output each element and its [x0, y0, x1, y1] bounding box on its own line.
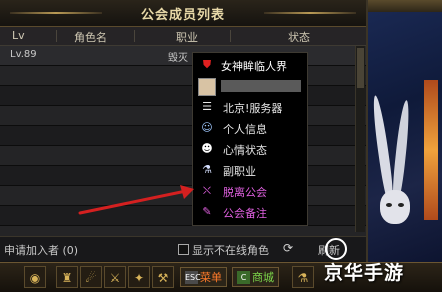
column-status[interactable]: 状态 — [288, 29, 310, 45]
member-context-menu: ⛊ 女神眸临人界 ☰ 北京!服务器 ☺ 个人信息 ☻ 心情状态 ⚗ 副职业 ⛌ 脱离公会 ✎ 公会备注 — [192, 52, 308, 226]
member-row[interactable] — [0, 126, 366, 146]
skill-slot-5[interactable]: ⚒ — [152, 266, 174, 288]
show-offline-checkbox[interactable] — [178, 244, 189, 255]
member-row[interactable] — [0, 86, 366, 106]
rabbit-eye — [398, 203, 404, 207]
column-name[interactable]: 角色名 — [74, 29, 107, 45]
context-menu-item-label: 心情状态 — [223, 144, 267, 157]
member-job: 毁灭 — [168, 53, 188, 64]
skill-slot-1[interactable]: ♜ — [56, 266, 78, 288]
shop-button-label: 商城 — [252, 271, 274, 284]
shop-button[interactable]: C 商城 — [232, 267, 279, 287]
watermark: 京华手游 — [324, 262, 405, 284]
refresh-icon[interactable]: ⟳ — [283, 241, 293, 255]
context-menu-item[interactable]: ☻ 心情状态 — [193, 139, 307, 159]
character-name-redacted — [221, 80, 301, 92]
guild-member-panel: 公会成员列表 Lv 角色名 职业 状态 Lv.89毁灭黄金之门 申请加入者 (0… — [0, 0, 368, 262]
skill-slot-4[interactable]: ✦ — [128, 266, 150, 288]
column-separator — [230, 30, 231, 42]
panel-title: 公会成员列表 — [140, 8, 225, 23]
column-separator — [134, 30, 135, 42]
column-job[interactable]: 职业 — [176, 29, 198, 45]
watermark-logo-icon — [325, 238, 347, 260]
column-header: Lv 角色名 职业 状态 — [0, 27, 366, 46]
shop-key-icon: C — [237, 271, 250, 284]
context-menu-header: ⛊ 女神眸临人界 — [193, 55, 307, 75]
character-slot[interactable]: ◉ — [24, 266, 46, 288]
member-row[interactable]: Lv.89毁灭黄金之门 — [0, 46, 366, 66]
annotation-arrow — [78, 185, 194, 215]
quick-slot-1[interactable]: ⚗ — [292, 266, 314, 288]
rabbit-ear-left — [370, 94, 396, 206]
skill-slot-2[interactable]: ☄ — [80, 266, 102, 288]
person-info-icon: ☺ — [201, 121, 213, 134]
avatar — [198, 78, 216, 96]
context-menu-item[interactable]: ☺ 个人信息 — [193, 118, 307, 138]
panel-title-bar[interactable]: 公会成员列表 — [0, 0, 366, 27]
context-menu-item[interactable]: ✎ 公会备注 — [193, 202, 307, 222]
server-icon: ☰ — [202, 100, 212, 113]
context-menu-item[interactable]: ⛌ 脱离公会 — [193, 181, 307, 201]
context-menu-title: 女神眸临人界 — [221, 60, 287, 73]
scene-frame — [368, 0, 442, 12]
member-list-scrollbar[interactable] — [355, 46, 365, 232]
rabbit-eye — [386, 203, 392, 207]
shield-icon: ⛊ — [202, 58, 212, 71]
menu-button[interactable]: ESC菜单 — [180, 267, 227, 287]
show-offline-label[interactable]: 显示不在线角色 — [192, 242, 269, 258]
rabbit-character — [380, 190, 410, 224]
leave-guild-icon: ⛌ — [202, 184, 212, 197]
applicants-link[interactable]: 申请加入者 (0) — [4, 242, 78, 258]
flask-icon: ⚗ — [202, 163, 212, 176]
context-menu-item-label: 副职业 — [223, 165, 256, 178]
member-row[interactable] — [0, 66, 366, 86]
member-level: Lv.89 — [10, 49, 37, 60]
menu-button-label: 菜单 — [200, 271, 222, 284]
context-menu-item-label: 个人信息 — [223, 123, 267, 136]
context-menu-item[interactable]: ⚗ 副职业 — [193, 160, 307, 180]
context-menu-item[interactable]: ☰ 北京!服务器 — [193, 97, 307, 117]
scrollbar-thumb[interactable] — [357, 48, 364, 88]
esc-key-icon: ESC — [185, 271, 201, 284]
column-lv[interactable]: Lv — [12, 29, 25, 42]
member-row[interactable] — [0, 106, 366, 126]
member-row[interactable] — [0, 146, 366, 166]
context-menu-item-label: 公会备注 — [223, 207, 267, 220]
context-menu-item-label: 脱离公会 — [223, 186, 267, 199]
context-menu-item-label: 北京!服务器 — [223, 102, 283, 115]
pencil-icon: ✎ — [202, 205, 212, 218]
scene-pillar — [424, 80, 438, 220]
column-separator — [56, 30, 57, 42]
context-menu-character[interactable] — [193, 76, 307, 96]
game-scene — [368, 0, 442, 262]
panel-footer: 申请加入者 (0) 显示不在线角色 ⟳ 刷新 — [0, 236, 366, 261]
skill-slot-3[interactable]: ⚔ — [104, 266, 126, 288]
smiley-icon: ☻ — [201, 142, 213, 155]
